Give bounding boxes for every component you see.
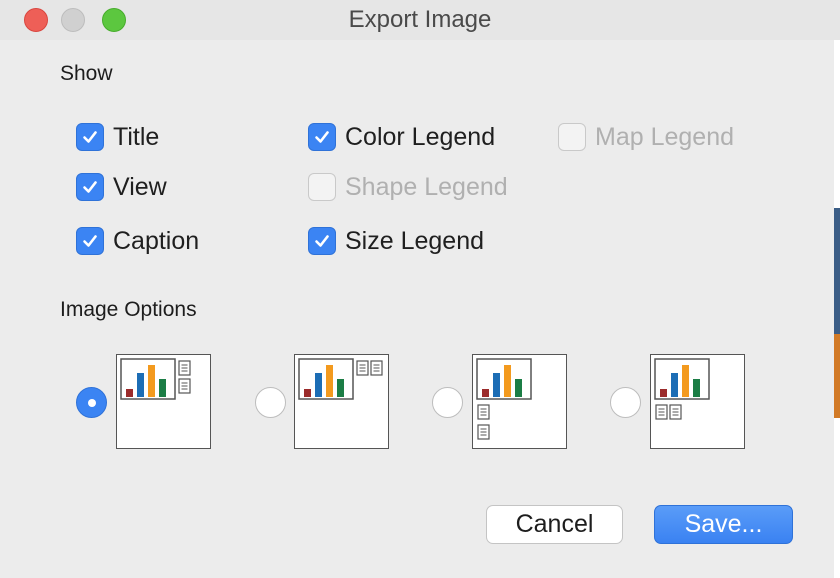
layout-preview-icon: [476, 358, 532, 440]
caption-checkbox-label: Caption: [113, 226, 200, 255]
checkbox-box[interactable]: [76, 227, 104, 255]
checkbox-box[interactable]: [76, 173, 104, 201]
background-window-edge: [834, 40, 840, 578]
layout-legend-bottom-row-radio[interactable]: [610, 387, 641, 418]
checkbox-box[interactable]: [76, 123, 104, 151]
layout-preview-icon: [298, 358, 383, 400]
map-legend-checkbox: Map Legend: [558, 122, 734, 152]
map-legend-checkbox-label: Map Legend: [595, 122, 735, 151]
layout-legend-right-radio[interactable]: [76, 387, 107, 418]
title-bar: Export Image: [0, 0, 840, 40]
layout-legend-top-radio[interactable]: [255, 387, 286, 418]
checkbox-box[interactable]: [308, 123, 336, 151]
size-legend-checkbox[interactable]: Size Legend: [308, 226, 484, 256]
cancel-button[interactable]: Cancel: [486, 505, 623, 544]
layout-legend-bottom-stacked-preview[interactable]: [472, 354, 567, 449]
layout-legend-bottom-stacked-radio[interactable]: [432, 387, 463, 418]
caption-checkbox[interactable]: Caption: [76, 226, 199, 256]
layout-legend-top-preview[interactable]: [294, 354, 389, 449]
show-heading: Show: [60, 62, 113, 85]
color-legend-checkbox-label: Color Legend: [345, 122, 496, 151]
checkmark-icon: [315, 235, 329, 247]
checkmark-icon: [83, 235, 97, 247]
checkbox-box: [308, 173, 336, 201]
size-legend-checkbox-label: Size Legend: [345, 226, 485, 255]
layout-legend-bottom-row-preview[interactable]: [650, 354, 745, 449]
checkmark-icon: [315, 131, 329, 143]
shape-legend-checkbox-label: Shape Legend: [345, 172, 508, 201]
image-options-heading: Image Options: [60, 298, 197, 321]
layout-preview-icon: [120, 358, 191, 400]
window-title: Export Image: [348, 6, 492, 33]
title-checkbox-label: Title: [113, 122, 160, 151]
save-button[interactable]: Save...: [654, 505, 793, 544]
checkbox-box[interactable]: [308, 227, 336, 255]
shape-legend-checkbox: Shape Legend: [308, 172, 508, 202]
checkbox-box: [558, 123, 586, 151]
color-legend-checkbox[interactable]: Color Legend: [308, 122, 495, 152]
layout-preview-icon: [654, 358, 710, 420]
view-checkbox-label: View: [113, 172, 167, 201]
checkmark-icon: [83, 131, 97, 143]
title-checkbox[interactable]: Title: [76, 122, 159, 152]
checkmark-icon: [83, 181, 97, 193]
layout-legend-right-preview[interactable]: [116, 354, 211, 449]
view-checkbox[interactable]: View: [76, 172, 167, 202]
